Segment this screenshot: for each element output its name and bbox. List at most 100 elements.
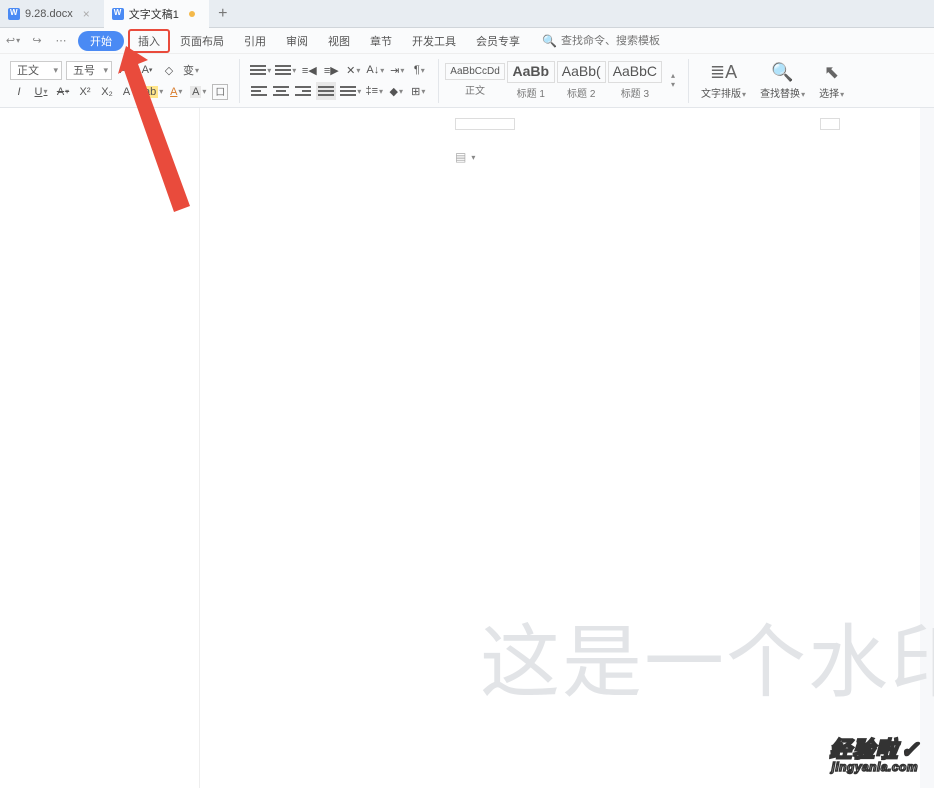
styles-more-button[interactable]: ▴▾ — [664, 71, 682, 89]
document-tab-1[interactable]: 文字文稿1 — [104, 0, 209, 28]
font-size-select[interactable]: 五号 — [66, 61, 112, 80]
brand-line1: 经验啦 — [830, 737, 899, 762]
line-spacing-button[interactable]: ‡≡▾ — [365, 82, 383, 100]
ribbon: 正文 五号 A▴ A▾ ◇ 变▾ I U▾ A▾ X² X₂ A▾ ab▾ A▾… — [0, 54, 934, 108]
highlight-button[interactable]: ab▾ — [142, 83, 163, 101]
new-tab-button[interactable]: + — [209, 5, 237, 23]
superscript-button[interactable]: X² — [76, 83, 94, 101]
style-preview: AaBbC — [613, 64, 657, 79]
style-heading1[interactable]: AaBb — [507, 61, 555, 82]
font-color-button[interactable]: A▾ — [167, 83, 185, 101]
tab-stops-button[interactable]: ⇥▾ — [388, 61, 406, 79]
doc-icon — [112, 8, 124, 20]
decrease-indent-button[interactable]: ≡◀ — [300, 61, 318, 79]
document-page[interactable]: ▤▾ 这是一个水印 — [200, 108, 920, 788]
separator — [438, 59, 439, 103]
text-layout-icon: ≣A — [710, 62, 737, 83]
menu-dev-tools[interactable]: 开发工具 — [402, 29, 466, 53]
sort-button[interactable]: ✕▾ — [344, 61, 362, 79]
label: 选择 — [819, 89, 839, 100]
menu-label: 引用 — [244, 36, 266, 48]
italic-button[interactable]: I — [10, 83, 28, 101]
font-name-value: 正文 — [17, 62, 39, 78]
style-preview: AaBb( — [562, 64, 601, 79]
decrease-font-button[interactable]: A▾ — [138, 61, 156, 79]
style-heading2[interactable]: AaBb( — [557, 61, 606, 82]
find-replace-button[interactable]: 🔍 查找替换▾ — [754, 62, 811, 100]
checkmark-icon: ✓ — [901, 737, 920, 762]
ruler-indent-marker[interactable] — [455, 118, 515, 130]
distribute-button[interactable]: ▾ — [340, 82, 361, 100]
search-input[interactable] — [561, 35, 701, 47]
align-left-button[interactable] — [250, 82, 268, 100]
align-center-button[interactable] — [272, 82, 290, 100]
number-list-button[interactable]: ▾ — [275, 61, 296, 79]
ruler-right-marker[interactable] — [820, 118, 840, 130]
style-preview: AaBbCcDd — [450, 66, 499, 77]
menu-member[interactable]: 会员专享 — [466, 29, 530, 53]
subscript-button[interactable]: X₂ — [98, 83, 116, 101]
char-border-button[interactable]: 囗 — [211, 83, 229, 101]
label: 文字排版 — [701, 89, 741, 100]
menu-label: 插入 — [138, 36, 160, 48]
increase-indent-button[interactable]: ≡▶ — [322, 61, 340, 79]
menu-label: 视图 — [328, 36, 350, 48]
para-marks-button[interactable]: A↓▾ — [366, 61, 384, 79]
font-group: 正文 五号 A▴ A▾ ◇ 变▾ I U▾ A▾ X² X₂ A▾ ab▾ A▾… — [6, 61, 233, 101]
fill-color-button[interactable]: ◆▾ — [387, 82, 405, 100]
menu-sections[interactable]: 章节 — [360, 29, 402, 53]
menu-review[interactable]: 审阅 — [276, 29, 318, 53]
clear-format-button[interactable]: ◇ — [160, 61, 178, 79]
undo-button[interactable]: ↩▾ — [4, 32, 22, 50]
close-icon[interactable]: × — [83, 7, 90, 21]
strike-button[interactable]: A▾ — [54, 83, 72, 101]
qa-more-button[interactable]: ⋯ — [52, 32, 70, 50]
menu-start-label: 开始 — [90, 36, 112, 48]
page-icon: ▤ — [455, 150, 466, 164]
menu-label: 页面布局 — [180, 36, 224, 48]
bullet-list-button[interactable]: ▾ — [250, 61, 271, 79]
unsaved-indicator-icon — [189, 11, 195, 17]
label: 查找替换 — [760, 89, 800, 100]
document-tab-0[interactable]: 9.28.docx × — [0, 0, 104, 28]
tab-bar: 9.28.docx × 文字文稿1 + — [0, 0, 934, 28]
text-effects-button[interactable]: A▾ — [120, 83, 138, 101]
redo-button[interactable]: ↪ — [28, 32, 46, 50]
style-preview: AaBb — [512, 64, 550, 79]
select-button[interactable]: ⬉ 选择▾ — [813, 62, 850, 100]
menu-insert[interactable]: 插入 — [128, 29, 170, 53]
doc-icon — [8, 8, 20, 20]
text-layout-button[interactable]: ≣A 文字排版▾ — [695, 62, 752, 100]
menu-view[interactable]: 视图 — [318, 29, 360, 53]
menu-bar: ↩▾ ↪ ⋯ 开始 插入 页面布局 引用 审阅 视图 章节 开发工具 会员专享 … — [0, 28, 934, 54]
underline-button[interactable]: U▾ — [32, 83, 50, 101]
style-label: 标题 3 — [608, 85, 662, 100]
shading-button[interactable]: A▾ — [189, 83, 207, 101]
align-justify-button[interactable] — [316, 82, 336, 100]
style-label: 标题 1 — [507, 85, 555, 100]
separator — [239, 59, 240, 103]
align-right-button[interactable] — [294, 82, 312, 100]
menu-label: 会员专享 — [476, 36, 520, 48]
style-label: 正文 — [445, 82, 504, 97]
command-search[interactable]: 🔍 — [542, 34, 701, 48]
quick-access: ↩▾ ↪ ⋯ — [4, 32, 70, 50]
magnifier-icon: 🔍 — [771, 62, 793, 83]
page-section-indicator[interactable]: ▤▾ — [455, 150, 475, 164]
style-heading3[interactable]: AaBbC — [608, 61, 662, 82]
paragraph-group: ▾ ▾ ≡◀ ≡▶ ✕▾ A↓▾ ⇥▾ ¶▾ ▾ ‡≡▾ ◆▾ ⊞▾ — [246, 61, 432, 100]
change-case-button[interactable]: 变▾ — [182, 61, 200, 79]
borders-button[interactable]: ⊞▾ — [409, 82, 427, 100]
menu-start[interactable]: 开始 — [78, 31, 124, 51]
workspace: ▤▾ 这是一个水印 — [0, 108, 934, 788]
font-size-value: 五号 — [73, 62, 95, 78]
separator — [688, 59, 689, 103]
watermark-text: 这是一个水印 — [480, 598, 934, 714]
font-name-select[interactable]: 正文 — [10, 61, 62, 80]
navigation-pane — [0, 108, 200, 788]
menu-references[interactable]: 引用 — [234, 29, 276, 53]
menu-page-layout[interactable]: 页面布局 — [170, 29, 234, 53]
show-marks-button[interactable]: ¶▾ — [410, 61, 428, 79]
increase-font-button[interactable]: A▴ — [116, 61, 134, 79]
style-normal[interactable]: AaBbCcDd — [445, 63, 504, 80]
